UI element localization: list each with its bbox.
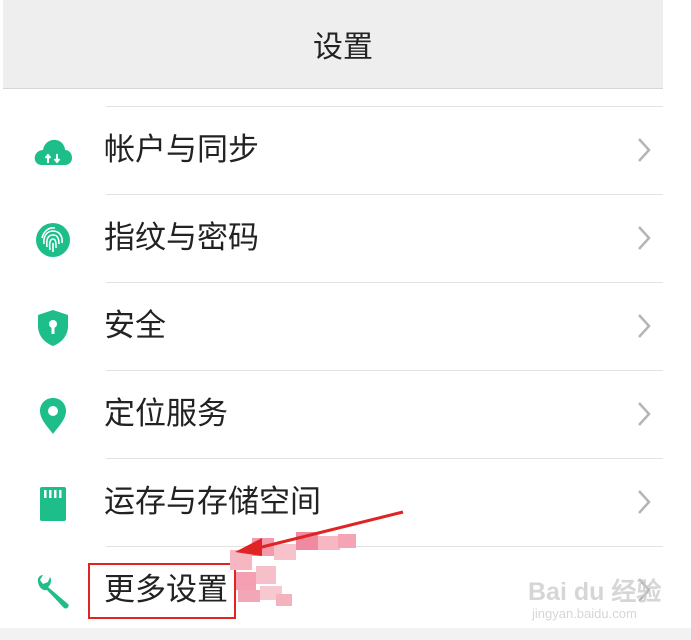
wrench-icon (33, 572, 73, 612)
menu-item-label: 定位服务 (104, 396, 228, 432)
chevron-right-icon (638, 402, 651, 426)
menu-item-label: 指纹与密码 (104, 220, 259, 256)
divider (106, 282, 663, 283)
watermark-url: jingyan.baidu.com (532, 606, 637, 621)
menu-item-account-sync[interactable]: 帐户与同步 (3, 106, 663, 194)
chevron-right-icon (638, 226, 651, 250)
menu-item-label: 帐户与同步 (104, 132, 259, 168)
pixelated-scribble (230, 530, 360, 610)
fingerprint-icon (33, 220, 73, 260)
menu-item-location-services[interactable]: 定位服务 (3, 370, 663, 458)
sd-card-icon (33, 484, 73, 524)
location-pin-icon (33, 396, 73, 436)
baidu-watermark: Bai du 经验 jingyan.baidu.com (528, 572, 668, 632)
chevron-right-icon (638, 314, 651, 338)
shield-icon (33, 308, 73, 348)
menu-item-security[interactable]: 安全 (3, 282, 663, 370)
cloud-sync-icon (33, 132, 73, 172)
title-bar: 设置 (3, 0, 663, 89)
chevron-right-icon (638, 138, 651, 162)
menu-item-fingerprint-password[interactable]: 指纹与密码 (3, 194, 663, 282)
watermark-logo: Bai du 经验 (528, 578, 662, 606)
page-title: 设置 (313, 30, 373, 65)
menu-item-label: 安全 (104, 308, 166, 344)
page-margin (663, 0, 691, 640)
chevron-right-icon (638, 490, 651, 514)
annotation-highlight-box (88, 563, 236, 619)
